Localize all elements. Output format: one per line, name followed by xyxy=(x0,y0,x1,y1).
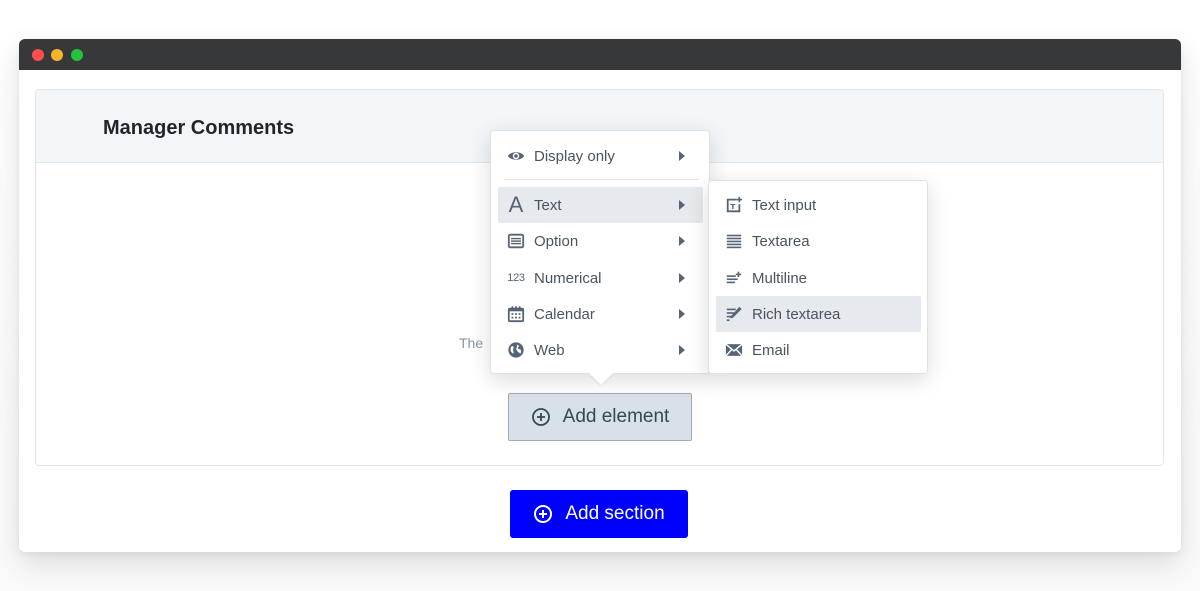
chevron-right-icon xyxy=(679,273,685,283)
chevron-right-icon xyxy=(679,151,685,161)
menu-item-numerical[interactable]: 123 Numerical xyxy=(498,260,703,296)
menu-item-option[interactable]: Option xyxy=(498,223,703,259)
chevron-right-icon xyxy=(679,200,685,210)
submenu-item-rich-textarea[interactable]: Rich textarea xyxy=(716,296,921,332)
text-icon: A xyxy=(508,192,524,217)
rich-textarea-icon xyxy=(724,304,744,324)
submenu-item-label: Rich textarea xyxy=(752,305,841,323)
close-window-button[interactable] xyxy=(32,49,44,61)
submenu-item-textarea[interactable]: Textarea xyxy=(716,223,921,259)
chevron-right-icon xyxy=(679,236,685,246)
multiline-icon xyxy=(724,268,744,288)
submenu-item-email[interactable]: Email xyxy=(716,332,921,368)
submenu-item-multiline[interactable]: Multiline xyxy=(716,260,921,296)
menu-item-label: Option xyxy=(534,232,579,250)
numbers-icon: 123 xyxy=(507,272,525,284)
menu-pointer-arrow xyxy=(589,373,613,385)
menu-item-label: Numerical xyxy=(534,269,602,287)
globe-icon xyxy=(506,340,526,360)
plus-circle-icon xyxy=(534,505,553,523)
email-icon xyxy=(724,340,744,360)
minimize-window-button[interactable] xyxy=(51,49,63,61)
element-type-menu: Display only A Text Option 123 Numerical… xyxy=(490,130,710,374)
list-box-icon xyxy=(506,231,526,251)
menu-item-label: Web xyxy=(534,341,565,359)
menu-item-label: Calendar xyxy=(534,305,595,323)
add-element-label: Add element xyxy=(562,406,670,427)
maximize-window-button[interactable] xyxy=(71,49,83,61)
chevron-right-icon xyxy=(679,309,685,319)
text-submenu: T Text input Textarea Multiline Rich tex… xyxy=(708,180,928,374)
menu-item-calendar[interactable]: Calendar xyxy=(498,296,703,332)
submenu-item-label: Multiline xyxy=(752,269,808,287)
menu-item-display-only[interactable]: Display only xyxy=(498,138,703,174)
menu-divider xyxy=(504,179,698,180)
add-section-label: Add section xyxy=(565,503,665,524)
chevron-right-icon xyxy=(679,345,685,355)
text-input-icon: T xyxy=(724,195,744,215)
menu-item-text[interactable]: A Text xyxy=(498,187,703,223)
add-element-button[interactable]: Add element xyxy=(508,393,692,441)
submenu-item-label: Text input xyxy=(752,196,817,214)
add-section-button[interactable]: Add section xyxy=(510,490,688,538)
textarea-icon xyxy=(724,231,744,251)
section-title: Manager Comments xyxy=(103,117,295,139)
submenu-item-text-input[interactable]: T Text input xyxy=(716,187,921,223)
calendar-icon xyxy=(506,304,526,324)
menu-item-web[interactable]: Web xyxy=(498,332,703,368)
submenu-item-label: Email xyxy=(752,341,790,359)
submenu-item-label: Textarea xyxy=(752,232,810,250)
window-titlebar xyxy=(19,39,1181,70)
menu-item-label: Display only xyxy=(534,147,615,165)
empty-section-text: The xyxy=(459,335,484,351)
eye-icon xyxy=(506,146,526,166)
plus-circle-icon xyxy=(531,408,550,426)
svg-text:T: T xyxy=(730,202,735,211)
menu-item-label: Text xyxy=(534,196,562,214)
